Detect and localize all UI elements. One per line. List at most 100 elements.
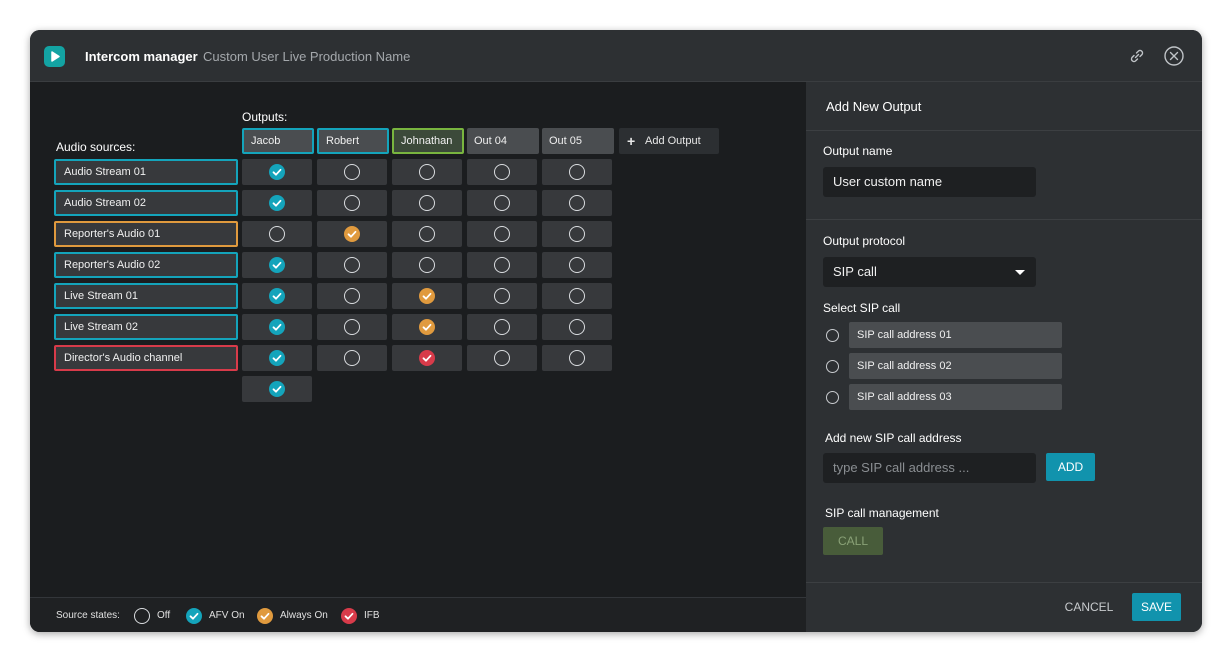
status-ifb-icon bbox=[419, 350, 435, 366]
route-cell-r1-c3[interactable] bbox=[392, 159, 462, 185]
select-sip-label: Select SIP call bbox=[823, 301, 901, 315]
status-off-icon bbox=[569, 350, 585, 366]
audio-source-4[interactable]: Reporter's Audio 02 bbox=[54, 252, 238, 278]
status-always-on-icon bbox=[419, 319, 435, 335]
audio-source-2[interactable]: Audio Stream 02 bbox=[54, 190, 238, 216]
route-cell-r7-c5[interactable] bbox=[542, 345, 612, 371]
output-header-5[interactable]: Out 05 bbox=[542, 128, 614, 154]
status-afv-icon bbox=[269, 195, 285, 211]
output-name-input[interactable]: User custom name bbox=[823, 167, 1036, 197]
audio-sources-label: Audio sources: bbox=[56, 140, 136, 154]
route-cell-extra[interactable] bbox=[242, 376, 312, 402]
route-cell-r4-c3[interactable] bbox=[392, 252, 462, 278]
output-header-2[interactable]: Robert bbox=[317, 128, 389, 154]
link-icon[interactable] bbox=[1126, 45, 1148, 67]
panel-header: Add New Output bbox=[806, 82, 1202, 131]
status-off-icon bbox=[494, 226, 510, 242]
sip-radio-1[interactable] bbox=[826, 329, 839, 342]
route-cell-r6-c2[interactable] bbox=[317, 314, 387, 340]
status-off-icon bbox=[494, 350, 510, 366]
status-off-icon bbox=[494, 257, 510, 273]
chevron-down-icon bbox=[1015, 270, 1025, 275]
protocol-section: Output protocol SIP call Select SIP call… bbox=[806, 220, 1202, 583]
audio-source-5[interactable]: Live Stream 01 bbox=[54, 283, 238, 309]
legend-afv-label: AFV On bbox=[209, 610, 245, 621]
route-cell-r1-c2[interactable] bbox=[317, 159, 387, 185]
add-output-button[interactable]: + Add Output bbox=[619, 128, 719, 154]
route-cell-r6-c1[interactable] bbox=[242, 314, 312, 340]
close-icon[interactable] bbox=[1163, 45, 1185, 67]
route-cell-r3-c3[interactable] bbox=[392, 221, 462, 247]
add-sip-button[interactable]: ADD bbox=[1046, 453, 1095, 481]
sip-address-input[interactable]: type SIP call address ... bbox=[823, 453, 1036, 483]
route-cell-r7-c2[interactable] bbox=[317, 345, 387, 371]
status-off-icon bbox=[344, 195, 360, 211]
status-off-icon bbox=[494, 288, 510, 304]
status-always-on-icon bbox=[257, 608, 273, 624]
status-afv-icon bbox=[269, 350, 285, 366]
route-cell-r7-c3[interactable] bbox=[392, 345, 462, 371]
route-cell-r3-c2[interactable] bbox=[317, 221, 387, 247]
route-cell-r7-c4[interactable] bbox=[467, 345, 537, 371]
status-afv-icon bbox=[269, 164, 285, 180]
audio-source-1[interactable]: Audio Stream 01 bbox=[54, 159, 238, 185]
route-cell-r6-c3[interactable] bbox=[392, 314, 462, 340]
route-cell-r5-c2[interactable] bbox=[317, 283, 387, 309]
sip-address-2[interactable]: SIP call address 02 bbox=[849, 353, 1062, 379]
output-header-3[interactable]: Johnathan bbox=[392, 128, 464, 154]
route-cell-r1-c4[interactable] bbox=[467, 159, 537, 185]
add-output-label: Add Output bbox=[645, 135, 701, 147]
legend-ifb: IFB bbox=[341, 598, 401, 632]
output-name-section: Output name User custom name bbox=[806, 130, 1202, 220]
status-afv-icon bbox=[186, 608, 202, 624]
route-cell-r1-c1[interactable] bbox=[242, 159, 312, 185]
route-cell-r6-c4[interactable] bbox=[467, 314, 537, 340]
route-cell-r2-c4[interactable] bbox=[467, 190, 537, 216]
sip-radio-2[interactable] bbox=[826, 360, 839, 373]
audio-source-6[interactable]: Live Stream 02 bbox=[54, 314, 238, 340]
route-cell-r5-c1[interactable] bbox=[242, 283, 312, 309]
route-cell-r2-c1[interactable] bbox=[242, 190, 312, 216]
legend-ifb-label: IFB bbox=[364, 610, 380, 621]
audio-source-7[interactable]: Director's Audio channel bbox=[54, 345, 238, 371]
sip-address-1[interactable]: SIP call address 01 bbox=[849, 322, 1062, 348]
save-button[interactable]: SAVE bbox=[1132, 593, 1181, 621]
route-cell-r1-c5[interactable] bbox=[542, 159, 612, 185]
add-output-panel: Add New Output Output name User custom n… bbox=[806, 82, 1202, 632]
sip-radio-3[interactable] bbox=[826, 391, 839, 404]
audio-source-3[interactable]: Reporter's Audio 01 bbox=[54, 221, 238, 247]
status-off-icon bbox=[569, 195, 585, 211]
route-cell-r2-c5[interactable] bbox=[542, 190, 612, 216]
route-cell-r6-c5[interactable] bbox=[542, 314, 612, 340]
status-ifb-icon bbox=[341, 608, 357, 624]
status-off-icon bbox=[494, 164, 510, 180]
route-cell-r4-c2[interactable] bbox=[317, 252, 387, 278]
protocol-select[interactable]: SIP call bbox=[823, 257, 1036, 287]
status-off-icon bbox=[344, 257, 360, 273]
output-header-1[interactable]: Jacob bbox=[242, 128, 314, 154]
status-off-icon bbox=[344, 288, 360, 304]
route-cell-r3-c4[interactable] bbox=[467, 221, 537, 247]
route-cell-r5-c3[interactable] bbox=[392, 283, 462, 309]
route-cell-r4-c1[interactable] bbox=[242, 252, 312, 278]
sip-address-3[interactable]: SIP call address 03 bbox=[849, 384, 1062, 410]
route-cell-r4-c4[interactable] bbox=[467, 252, 537, 278]
app-title: Intercom manager bbox=[85, 49, 198, 64]
status-off-icon bbox=[344, 319, 360, 335]
route-cell-r2-c2[interactable] bbox=[317, 190, 387, 216]
status-afv-icon bbox=[269, 257, 285, 273]
legend-off-label: Off bbox=[157, 610, 171, 621]
route-cell-r5-c4[interactable] bbox=[467, 283, 537, 309]
status-off-icon bbox=[569, 319, 585, 335]
route-cell-r7-c1[interactable] bbox=[242, 345, 312, 371]
route-cell-r2-c3[interactable] bbox=[392, 190, 462, 216]
route-cell-r5-c5[interactable] bbox=[542, 283, 612, 309]
route-cell-r3-c1[interactable] bbox=[242, 221, 312, 247]
route-cell-r4-c5[interactable] bbox=[542, 252, 612, 278]
status-always-on-icon bbox=[419, 288, 435, 304]
route-cell-r3-c5[interactable] bbox=[542, 221, 612, 247]
sip-management-label: SIP call management bbox=[825, 506, 939, 520]
call-button[interactable]: CALL bbox=[823, 527, 883, 555]
cancel-button[interactable]: CANCEL bbox=[1056, 593, 1122, 621]
output-header-4[interactable]: Out 04 bbox=[467, 128, 539, 154]
